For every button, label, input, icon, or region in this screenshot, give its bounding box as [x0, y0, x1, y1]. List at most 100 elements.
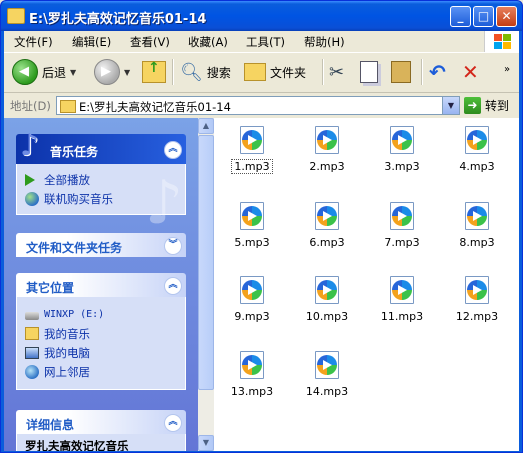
toolbar-chevron[interactable]: » — [504, 55, 510, 83]
collapse-chevron-icon[interactable]: ︽ — [164, 277, 182, 295]
my-computer-link[interactable]: 我的电脑 — [25, 343, 177, 362]
menu-tools[interactable]: 工具(T) — [246, 34, 285, 50]
back-label: 后退 — [42, 65, 67, 80]
explorer-window: E:\罗扎夫高效记忆音乐01-14 _ □ ✕ 文件(F) 编辑(E) 查看(V… — [0, 0, 523, 453]
copy-button[interactable] — [360, 58, 378, 86]
scroll-down-icon[interactable]: ▼ — [198, 435, 214, 451]
back-arrow-icon: ◀ — [12, 59, 38, 85]
file-item[interactable]: 14.mp3 — [297, 347, 357, 413]
address-input[interactable]: E:\罗扎夫高效记忆音乐01-14 ▼ — [56, 96, 460, 115]
drive-e-link[interactable]: WINXP (E:) — [25, 305, 177, 324]
maximize-button[interactable]: □ — [473, 6, 494, 27]
file-item[interactable]: 8.mp3 — [447, 198, 507, 264]
menu-bar: 文件(F) 编辑(E) 查看(V) 收藏(A) 工具(T) 帮助(H) — [4, 31, 519, 53]
file-item[interactable]: 9.mp3 — [222, 272, 282, 338]
address-label: 地址(D) — [10, 99, 51, 113]
search-button[interactable]: 🔍︎ 搜索 — [180, 58, 231, 86]
my-music-link[interactable]: 我的音乐 — [25, 324, 177, 343]
file-item[interactable]: 2.mp3 — [297, 122, 357, 188]
network-icon — [25, 364, 39, 379]
expand-chevron-icon[interactable]: ︾ — [164, 237, 182, 255]
go-button[interactable]: ➜ 转到 — [464, 96, 509, 115]
back-button[interactable]: ◀ 后退 ▼ — [12, 58, 76, 86]
address-dropdown-icon[interactable]: ▼ — [442, 97, 459, 114]
collapse-chevron-icon[interactable]: ︽ — [164, 141, 182, 159]
file-item[interactable]: 12.mp3 — [447, 272, 507, 338]
my-computer-label: 我的电脑 — [44, 345, 90, 360]
file-name: 2.mp3 — [309, 160, 345, 173]
chevron-right-icon: » — [504, 63, 511, 75]
file-item[interactable]: 7.mp3 — [372, 198, 432, 264]
search-icon: 🔍︎ — [180, 61, 203, 83]
folders-button[interactable]: 文件夹 — [244, 58, 306, 86]
back-dropdown-icon[interactable]: ▼ — [70, 68, 76, 77]
file-name: 12.mp3 — [455, 310, 499, 323]
file-name: 5.mp3 — [234, 236, 270, 249]
file-name: 11.mp3 — [380, 310, 424, 323]
up-folder-icon: ↑ — [142, 60, 166, 83]
network-places-link[interactable]: 网上邻居 — [25, 362, 177, 381]
go-label: 转到 — [485, 99, 510, 113]
folders-label: 文件夹 — [270, 65, 307, 80]
media-file-icon — [315, 276, 339, 304]
toolbar-separator — [421, 59, 423, 85]
file-item[interactable]: 1.mp3 — [222, 122, 282, 188]
file-item[interactable]: 10.mp3 — [297, 272, 357, 338]
paste-icon — [391, 61, 411, 83]
forward-arrow-icon: ▶ — [94, 59, 120, 85]
file-name: 8.mp3 — [459, 236, 495, 249]
vertical-scrollbar[interactable]: ▲ ▼ — [198, 118, 214, 451]
file-item[interactable]: 3.mp3 — [372, 122, 432, 188]
window-border-right — [519, 31, 522, 452]
scroll-thumb[interactable] — [198, 135, 214, 390]
other-places-header[interactable]: 其它位置 ︽ — [16, 273, 186, 297]
collapse-chevron-icon[interactable]: ︽ — [164, 414, 182, 432]
drive-icon — [25, 312, 39, 320]
media-file-icon — [315, 351, 339, 379]
forward-dropdown-icon[interactable]: ▼ — [124, 68, 130, 77]
address-bar: 地址(D) E:\罗扎夫高效记忆音乐01-14 ▼ ➜ 转到 — [4, 93, 519, 118]
menu-view[interactable]: 查看(V) — [130, 34, 170, 50]
menu-edit[interactable]: 编辑(E) — [72, 34, 111, 50]
title-bar[interactable]: E:\罗扎夫高效记忆音乐01-14 _ □ ✕ — [1, 1, 522, 31]
media-file-icon — [315, 202, 339, 230]
delete-x-icon: ✕ — [462, 60, 479, 84]
forward-button[interactable]: ▶ ▼ — [94, 58, 130, 86]
close-button[interactable]: ✕ — [496, 6, 517, 27]
folder-icon — [60, 100, 76, 113]
menu-file[interactable]: 文件(F) — [14, 34, 53, 50]
file-item[interactable]: 4.mp3 — [447, 122, 507, 188]
task-pane: ♪ 音乐任务 ︽ ♪ 全部播放 联机购买音乐 文件和文件夹任务 ︾ 其它位置 ︽… — [4, 118, 198, 451]
search-label: 搜索 — [206, 65, 231, 80]
copy-icon — [360, 61, 378, 83]
file-item[interactable]: 13.mp3 — [222, 347, 282, 413]
details-header[interactable]: 详细信息 ︽ — [16, 410, 186, 434]
cut-button[interactable]: ✂ — [329, 58, 344, 86]
buy-music-label: 联机购买音乐 — [44, 191, 113, 206]
music-note-icon: ♪ — [20, 128, 40, 163]
music-tasks-header[interactable]: ♪ 音乐任务 ︽ — [16, 128, 186, 164]
network-places-label: 网上邻居 — [44, 364, 90, 379]
menu-favorites[interactable]: 收藏(A) — [188, 34, 228, 50]
up-folder-button[interactable]: ↑ — [142, 58, 166, 86]
media-file-icon — [390, 126, 414, 154]
scroll-up-icon[interactable]: ▲ — [198, 118, 214, 134]
other-places-title: 其它位置 — [26, 281, 75, 295]
file-item[interactable]: 5.mp3 — [222, 198, 282, 264]
menu-help[interactable]: 帮助(H) — [304, 34, 345, 50]
go-arrow-icon: ➜ — [464, 97, 481, 114]
file-tasks-header[interactable]: 文件和文件夹任务 ︾ — [16, 233, 186, 257]
minimize-button[interactable]: _ — [450, 6, 471, 27]
undo-icon: ↶ — [429, 60, 446, 84]
undo-button[interactable]: ↶ — [429, 58, 446, 86]
windows-logo-icon — [484, 31, 519, 52]
file-item[interactable]: 11.mp3 — [372, 272, 432, 338]
play-all-label: 全部播放 — [44, 172, 90, 187]
media-file-icon — [390, 276, 414, 304]
file-item[interactable]: 6.mp3 — [297, 198, 357, 264]
scissors-icon: ✂ — [329, 61, 345, 83]
globe-icon — [25, 191, 39, 206]
paste-button[interactable] — [391, 58, 411, 86]
music-tasks-title: 音乐任务 — [50, 145, 99, 159]
delete-button[interactable]: ✕ — [462, 58, 479, 86]
